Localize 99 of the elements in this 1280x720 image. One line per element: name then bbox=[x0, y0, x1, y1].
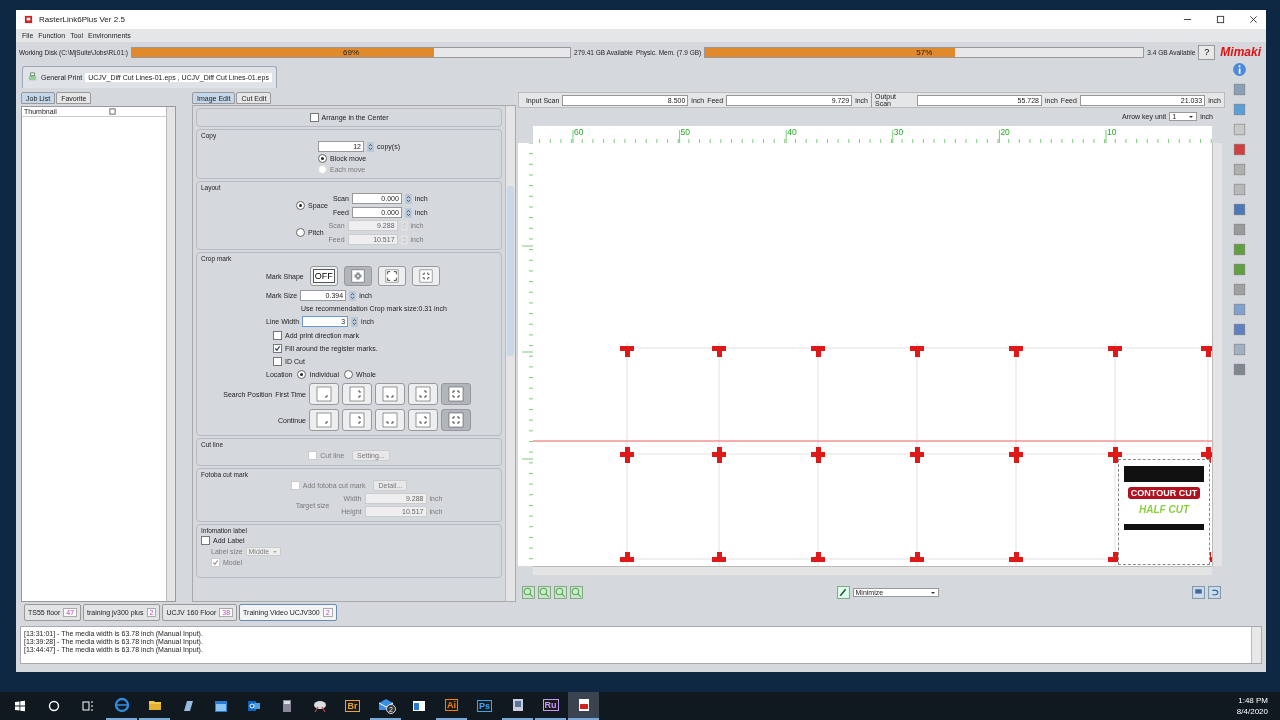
corner-marks-icon bbox=[349, 386, 365, 402]
tool-square-icon[interactable] bbox=[1231, 282, 1247, 297]
top-ruler: 60 50 40 30 20 10 bbox=[533, 126, 1212, 144]
corner-marks-icon bbox=[448, 386, 464, 402]
tool-square-icon[interactable] bbox=[1231, 122, 1247, 137]
search-position-button[interactable] bbox=[408, 409, 438, 431]
calendar-icon bbox=[212, 698, 229, 714]
meter-reading: 57% bbox=[915, 47, 934, 57]
search-position-button[interactable] bbox=[342, 409, 372, 431]
checkbox[interactable] bbox=[273, 357, 282, 366]
artwork-subtitle: HALF CUT bbox=[1139, 504, 1189, 516]
tool-square-icon[interactable] bbox=[1231, 322, 1247, 337]
scrollbar[interactable] bbox=[1251, 627, 1261, 663]
tool-square-icon[interactable] bbox=[1231, 302, 1247, 317]
checkbox[interactable] bbox=[273, 331, 282, 340]
tool-square-icon[interactable] bbox=[1231, 142, 1247, 157]
search-position-button[interactable] bbox=[441, 383, 471, 405]
taskbar-app[interactable]: Ai bbox=[436, 692, 467, 720]
search-position-button[interactable] bbox=[375, 409, 405, 431]
radio-button[interactable] bbox=[296, 201, 305, 210]
crop-corners-icon bbox=[350, 269, 365, 283]
tool-square-icon[interactable] bbox=[1231, 262, 1247, 277]
corner-marks-icon bbox=[316, 386, 332, 402]
crop-corners-icon bbox=[384, 269, 399, 283]
corner-marks-icon bbox=[415, 386, 431, 402]
checkbox[interactable] bbox=[211, 558, 220, 567]
spinner-icon[interactable] bbox=[349, 290, 357, 301]
radio-button[interactable] bbox=[296, 228, 305, 237]
corner-marks-icon bbox=[349, 412, 365, 428]
print-canvas[interactable]: CONTOUR CUT HALF CUT bbox=[533, 143, 1212, 567]
tool-square-icon[interactable] bbox=[1231, 342, 1247, 357]
caret-icon bbox=[272, 548, 279, 555]
checkbox[interactable] bbox=[201, 536, 210, 545]
tool-square-icon[interactable] bbox=[1231, 102, 1247, 117]
browser-icon bbox=[113, 697, 130, 713]
zoom-icon[interactable] bbox=[522, 586, 535, 600]
radio-button[interactable] bbox=[344, 370, 354, 379]
brand-logo: Mimaki bbox=[1219, 45, 1263, 59]
tool-square-icon[interactable] bbox=[1231, 202, 1247, 217]
spinner-icon[interactable] bbox=[367, 141, 374, 152]
tool-square-icon[interactable] bbox=[1231, 182, 1247, 197]
paint-icon bbox=[311, 698, 328, 714]
help-button[interactable]: ? bbox=[1198, 44, 1216, 60]
monitor-icon[interactable] bbox=[1192, 586, 1205, 600]
spinner-icon[interactable] bbox=[351, 316, 359, 327]
clock-time: 1:48 PM bbox=[1238, 696, 1268, 705]
mark-shape-button[interactable] bbox=[343, 266, 372, 286]
tool-square-icon[interactable] bbox=[1231, 162, 1247, 177]
radio-button[interactable] bbox=[318, 154, 327, 163]
pen-icon[interactable] bbox=[836, 586, 850, 600]
corner-marks-icon bbox=[316, 412, 332, 428]
scrollbar[interactable] bbox=[533, 566, 1212, 576]
scrollbar[interactable] bbox=[1212, 143, 1222, 567]
taskbar-app[interactable]: Ps bbox=[469, 692, 500, 720]
corner-marks-icon bbox=[382, 412, 398, 428]
caret-icon bbox=[1188, 113, 1195, 120]
corner-marks-icon bbox=[448, 412, 464, 428]
search-position-button[interactable] bbox=[408, 383, 438, 405]
search-position-button[interactable] bbox=[342, 383, 372, 405]
corner-marks-icon bbox=[382, 386, 398, 402]
taskbar-app[interactable]: Ru bbox=[535, 692, 566, 720]
search-position-button[interactable] bbox=[375, 383, 405, 405]
maximize-icon[interactable] bbox=[1216, 15, 1225, 24]
tool-square-icon[interactable] bbox=[1231, 362, 1247, 377]
mark-shape-button[interactable] bbox=[377, 266, 406, 286]
tool-square-icon[interactable] bbox=[1231, 222, 1247, 237]
tool-square-icon[interactable] bbox=[1231, 242, 1247, 257]
info-icon[interactable] bbox=[1231, 62, 1247, 77]
scrollbar[interactable] bbox=[505, 106, 515, 601]
checkbox[interactable] bbox=[273, 344, 282, 353]
window-title: RasterLink6Plus Ver 2.5 bbox=[39, 15, 125, 24]
mark-shape-button[interactable] bbox=[411, 266, 440, 286]
zoom-icon[interactable] bbox=[554, 586, 567, 600]
radio-button[interactable] bbox=[297, 370, 307, 379]
clock-date: 8/4/2020 bbox=[1236, 707, 1268, 716]
taskbar-app[interactable]: Br bbox=[337, 692, 368, 720]
mark-shape-button[interactable]: OFF bbox=[309, 266, 338, 286]
tool-square-icon[interactable] bbox=[1231, 82, 1247, 97]
scrollbar[interactable] bbox=[166, 107, 175, 601]
zoom-icon[interactable] bbox=[538, 586, 551, 600]
printer-icon bbox=[27, 72, 38, 83]
corner-marks-icon bbox=[415, 412, 431, 428]
artwork-preview[interactable]: CONTOUR CUT HALF CUT bbox=[1118, 459, 1210, 566]
search-position-button[interactable] bbox=[441, 409, 471, 431]
artwork-title: CONTOUR CUT bbox=[1127, 487, 1201, 500]
undo-icon[interactable] bbox=[1208, 586, 1221, 600]
crop-corners-icon bbox=[418, 269, 433, 283]
search-position-button[interactable] bbox=[309, 409, 339, 431]
mail-client-icon bbox=[245, 698, 262, 714]
zoom-icon[interactable] bbox=[570, 586, 583, 600]
close-icon[interactable] bbox=[1249, 15, 1258, 24]
spinner-icon[interactable] bbox=[404, 193, 412, 204]
checkbox[interactable] bbox=[309, 113, 319, 122]
meter-reading: 69% bbox=[342, 47, 361, 57]
caret-icon bbox=[929, 589, 936, 596]
spinner-icon[interactable] bbox=[404, 207, 412, 218]
window-icon bbox=[410, 698, 427, 714]
app-icon bbox=[24, 15, 33, 24]
taskbar-app[interactable] bbox=[568, 692, 599, 720]
